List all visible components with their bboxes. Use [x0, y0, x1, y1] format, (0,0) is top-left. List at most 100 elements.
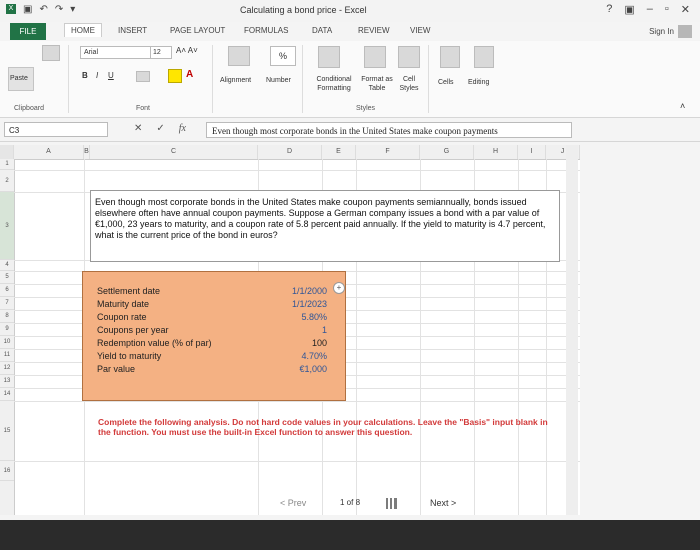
cell-styles-icon[interactable]: [398, 46, 420, 68]
grow-font-icon[interactable]: A˄ A˅: [176, 46, 198, 55]
redo-icon[interactable]: ↷: [55, 4, 63, 15]
row-header[interactable]: 1: [0, 159, 14, 170]
tab-page-layout[interactable]: PAGE LAYOUT: [170, 26, 225, 35]
ribbon-display-icon[interactable]: ▣: [624, 3, 634, 16]
name-box[interactable]: C3: [4, 122, 108, 137]
input-label[interactable]: Coupons per year: [97, 325, 169, 335]
save-icon[interactable]: ▣: [23, 4, 32, 15]
customize-icon[interactable]: ▾: [70, 4, 75, 15]
enter-icon[interactable]: ✓: [156, 123, 164, 134]
formula-bar: C3 ✕ ✓ fx Even though most corporate bon…: [0, 119, 700, 142]
row-header[interactable]: 3: [0, 192, 14, 260]
tab-file[interactable]: FILE: [10, 23, 46, 40]
input-value[interactable]: 1/1/2000: [292, 286, 327, 296]
row-header[interactable]: 13: [0, 375, 14, 388]
column-header[interactable]: D: [258, 145, 322, 159]
font-color-icon[interactable]: A: [186, 69, 193, 80]
gridline: [14, 461, 580, 462]
row-header[interactable]: 9: [0, 323, 14, 336]
row-header[interactable]: 16: [0, 461, 14, 481]
question-cell[interactable]: Even though most corporate bonds in the …: [90, 190, 560, 262]
fill-color-icon[interactable]: [168, 69, 182, 83]
editing-icon[interactable]: [474, 46, 494, 68]
input-value[interactable]: 100: [312, 338, 327, 348]
insert-function-icon[interactable]: fx: [179, 123, 186, 134]
number-button[interactable]: Number: [266, 77, 291, 84]
borders-icon[interactable]: [136, 71, 150, 82]
column-header[interactable]: A: [14, 145, 84, 159]
row-header[interactable]: 12: [0, 362, 14, 375]
column-header[interactable]: I: [518, 145, 546, 159]
conditional-formatting-icon[interactable]: [318, 46, 340, 68]
row-header[interactable]: 10: [0, 336, 14, 349]
next-button[interactable]: Next >: [430, 498, 456, 508]
row-header[interactable]: 5: [0, 271, 14, 284]
column-header[interactable]: E: [322, 145, 356, 159]
select-all-corner[interactable]: [0, 145, 14, 159]
conditional-formatting-button[interactable]: Conditional Formatting: [306, 75, 362, 93]
add-icon[interactable]: +: [333, 282, 345, 294]
input-label[interactable]: Maturity date: [97, 299, 149, 309]
grid-view-icon[interactable]: [386, 498, 397, 509]
font-name-select[interactable]: Arial: [80, 46, 151, 59]
format-as-table-icon[interactable]: [364, 46, 386, 68]
undo-icon[interactable]: ↶: [39, 4, 47, 15]
row-header[interactable]: 2: [0, 170, 14, 192]
close-button[interactable]: ✕: [681, 3, 690, 16]
input-value[interactable]: €1,000: [299, 364, 327, 374]
tab-formulas[interactable]: FORMULAS: [244, 26, 288, 35]
row-header[interactable]: 15: [0, 401, 14, 461]
underline-icon[interactable]: U: [108, 71, 114, 80]
input-value[interactable]: 5.80%: [301, 312, 327, 322]
input-label[interactable]: Settlement date: [97, 286, 160, 296]
cells-icon[interactable]: [440, 46, 460, 68]
cells-button[interactable]: Cells: [438, 79, 454, 86]
minimize-button[interactable]: –: [647, 3, 653, 16]
row-header[interactable]: 4: [0, 260, 14, 271]
column-header[interactable]: F: [356, 145, 420, 159]
vertical-scrollbar[interactable]: [566, 145, 578, 515]
editing-button[interactable]: Editing: [468, 79, 489, 86]
bold-icon[interactable]: B: [82, 71, 88, 80]
format-as-table-button[interactable]: Format as Table: [360, 75, 394, 93]
page-navigation: < Prev 1 of 8 Next >: [270, 498, 500, 514]
row-header[interactable]: 14: [0, 388, 14, 401]
input-label[interactable]: Coupon rate: [97, 312, 147, 322]
sign-in[interactable]: Sign In: [649, 25, 692, 38]
input-label[interactable]: Redemption value (% of par): [97, 338, 212, 348]
row-header[interactable]: 8: [0, 310, 14, 323]
input-label[interactable]: Par value: [97, 364, 135, 374]
column-header[interactable]: C: [90, 145, 258, 159]
alignment-button[interactable]: Alignment: [220, 77, 251, 84]
restore-button[interactable]: ▫: [665, 3, 669, 16]
help-button[interactable]: ?: [606, 3, 612, 16]
row-header[interactable]: 6: [0, 284, 14, 297]
cell-styles-button[interactable]: Cell Styles: [396, 75, 422, 93]
input-label[interactable]: Yield to maturity: [97, 351, 161, 361]
percent-icon[interactable]: %: [270, 46, 296, 66]
cut-icon[interactable]: [42, 45, 60, 61]
page-indicator: 1 of 8: [340, 498, 361, 507]
column-header[interactable]: G: [420, 145, 474, 159]
paste-button[interactable]: Paste: [10, 75, 28, 82]
font-size-select[interactable]: 12: [150, 46, 172, 59]
row-header[interactable]: 11: [0, 349, 14, 362]
tab-data[interactable]: DATA: [312, 26, 332, 35]
tab-insert[interactable]: INSERT: [118, 26, 147, 35]
formula-input[interactable]: Even though most corporate bonds in the …: [206, 122, 572, 138]
align-icon[interactable]: [228, 46, 250, 66]
column-header[interactable]: H: [474, 145, 518, 159]
collapse-ribbon-icon[interactable]: ˄: [680, 101, 685, 111]
input-value[interactable]: 1: [322, 325, 327, 335]
input-value[interactable]: 4.70%: [301, 351, 327, 361]
row-header[interactable]: 7: [0, 297, 14, 310]
prev-button[interactable]: < Prev: [280, 498, 306, 508]
input-value[interactable]: 1/1/2023: [292, 299, 327, 309]
italic-icon[interactable]: I: [96, 71, 98, 80]
window-title: Calculating a bond price - Excel: [240, 5, 367, 15]
tab-home[interactable]: HOME: [64, 23, 102, 37]
worksheet-grid[interactable]: A B C D E F G H I J 1 2 3 4 5 6 7 8 9 10…: [0, 145, 580, 515]
cancel-icon[interactable]: ✕: [134, 123, 142, 134]
tab-view[interactable]: VIEW: [410, 26, 430, 35]
tab-review[interactable]: REVIEW: [358, 26, 390, 35]
